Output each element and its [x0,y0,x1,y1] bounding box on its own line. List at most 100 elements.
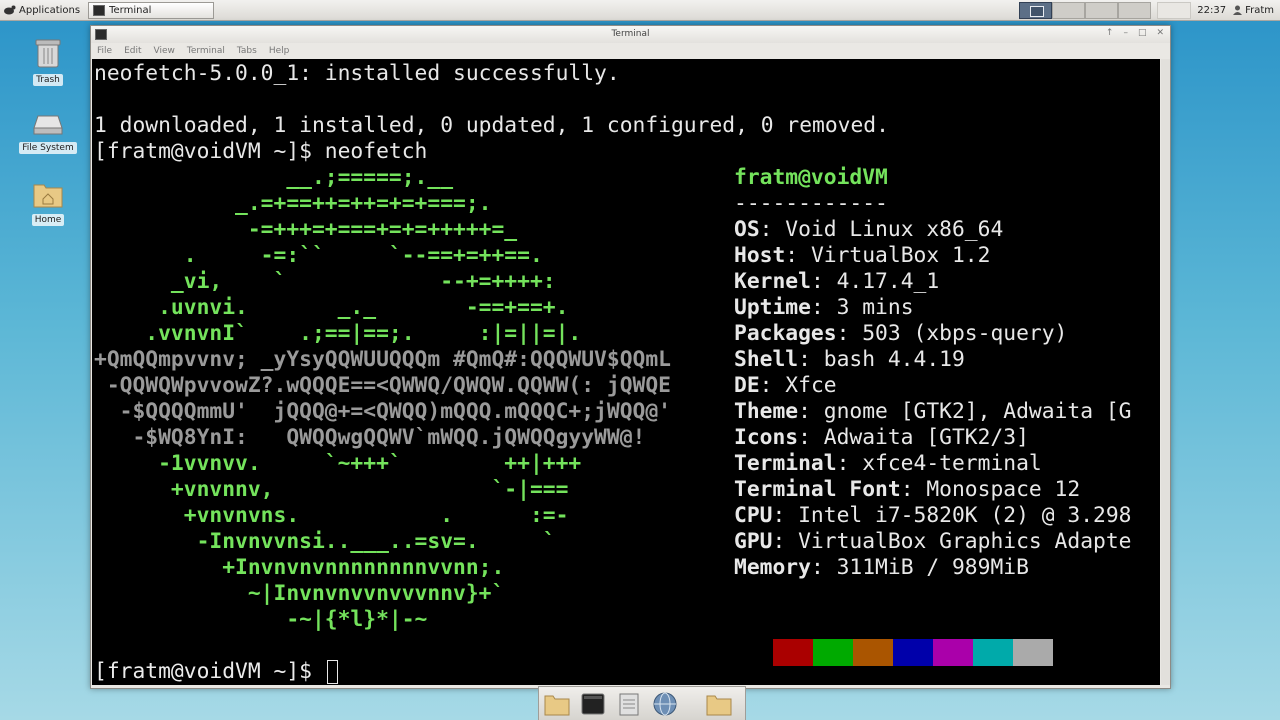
info-field-de: DE: Xfce [734,373,837,399]
ascii-logo-line: .uvnvi. _._ -==+==+. [94,295,569,320]
window-title: Terminal [611,29,650,39]
menu-help[interactable]: Help [269,46,290,56]
maximize-button[interactable]: □ [1138,28,1147,38]
desktop-icon-label: Trash [33,74,63,86]
info-field-memory: Memory: 311MiB / 989MiB [734,555,1029,581]
desktop-icon-label: File System [19,142,77,154]
info-value: : xfce4-terminal [836,451,1042,476]
user-menu[interactable]: Fratm [1233,5,1274,16]
info-key: GPU [734,529,773,554]
close-button[interactable]: ✕ [1156,28,1164,38]
command-prompt[interactable]: [fratm@voidVM ~]$ [94,659,338,685]
ascii-logo-line: ~|Invnvnvvnvvvnnv}+` [94,581,505,606]
ascii-logo-line: -$QQQQmmU' jQQQ@+=<QWQQ)mQQQ.mQQQC+;jWQQ… [94,399,671,424]
info-field-theme: Theme: gnome [GTK2], Adwaita [G [734,399,1131,425]
prompt-text: [fratm@voidVM ~]$ [94,659,325,684]
info-field-icons: Icons: Adwaita [GTK2/3] [734,425,1029,451]
home-folder-icon [544,695,570,715]
desktop-icon-trash[interactable]: Trash [16,38,80,86]
menu-view[interactable]: View [154,46,175,56]
color-swatch [933,639,973,666]
taskbar-item-label: Terminal [109,4,152,16]
ascii-logo-line: +vnvnvns. . :=- [94,503,569,528]
info-field-terminal-font: Terminal Font: Monospace 12 [734,477,1080,503]
info-value: : VirtualBox Graphics Adapte [772,529,1132,554]
workspace-1[interactable] [1019,1,1053,19]
ascii-logo-line: -1vvnvv. `~+++` ++|+++ [94,451,582,476]
info-value: : Intel i7-5820K (2) @ 3.298 [772,503,1132,528]
pin-icon[interactable]: ↑ [1106,28,1114,38]
drive-icon [33,115,63,135]
color-swatch [853,639,893,666]
window-titlebar[interactable]: Terminal ↑ – □ ✕ [91,26,1170,43]
dock-terminal[interactable] [579,690,607,718]
color-swatch [893,639,933,666]
info-value: : Xfce [759,373,837,398]
info-field-shell: Shell: bash 4.4.19 [734,347,965,373]
clock[interactable]: 22:37 [1197,5,1226,16]
info-key: OS [734,217,760,242]
ascii-logo-line: -Invnvvnsi..___..=sv=. ` [94,529,556,554]
info-key: Packages [734,321,837,346]
info-field-host: Host: VirtualBox 1.2 [734,243,990,269]
color-swatch [1013,639,1053,666]
info-key: Kernel [734,269,811,294]
info-key: CPU [734,503,773,528]
dock-show-desktop[interactable] [543,690,571,718]
info-field-packages: Packages: 503 (xbps-query) [734,321,1067,347]
desktop-icon-file-system[interactable]: File System [16,112,80,154]
dock-folder[interactable] [705,690,733,718]
info-value: : 311MiB / 989MiB [810,555,1029,580]
ascii-logo-line: __.;=====;.__ [94,165,454,190]
top-panel: Applications Terminal 22:37 Fratm [0,0,1280,21]
window-menubar: File Edit View Terminal Tabs Help [91,43,1170,59]
ascii-logo-line: _.=+==++=++=+=+===;. [94,191,492,216]
info-field-os: OS: Void Linux x86_64 [734,217,1003,243]
ascii-logo-line: +Invnvnvnnnnnnnnvvnn;. [94,555,505,580]
system-tray[interactable] [1157,1,1192,19]
web-browser-icon [653,692,677,715]
applications-menu-button[interactable]: Applications [0,0,84,20]
terminal-icon [93,4,106,16]
info-value: : 3 mins [810,295,914,320]
info-value: : 503 (xbps-query) [836,321,1068,346]
home-folder-icon [33,184,63,208]
ascii-logo-line: .vvnvnI` .;==|==;. :|=||=|. [94,321,582,346]
color-swatch [773,639,813,666]
workspace-2[interactable] [1052,1,1086,19]
menu-file[interactable]: File [97,46,112,56]
info-key: Theme [734,399,799,424]
info-field-terminal: Terminal: xfce4-terminal [734,451,1042,477]
info-key: Uptime [734,295,811,320]
applications-label: Applications [19,4,81,16]
ascii-logo-line: . -=:`` `--==+=++==. [94,243,543,268]
info-field-gpu: GPU: VirtualBox Graphics Adapte [734,529,1131,555]
info-value: : VirtualBox 1.2 [785,243,991,268]
workspace-4[interactable] [1118,1,1152,19]
terminal-line: [fratm@voidVM ~]$ neofetch [94,139,428,164]
dock-web-browser[interactable] [651,690,679,718]
info-key: Terminal [734,451,837,476]
terminal-scrollbar[interactable] [1161,59,1170,685]
menu-edit[interactable]: Edit [124,46,141,56]
color-swatch [973,639,1013,666]
desktop-icon-home[interactable]: Home [16,180,80,226]
terminal-line: neofetch-5.0.0_1: installed successfully… [94,61,620,86]
terminal-icon [581,693,605,714]
info-user-host: fratm@voidVM [734,165,888,190]
menu-tabs[interactable]: Tabs [237,46,257,56]
dock-file-manager[interactable] [615,690,643,718]
color-swatch [813,639,853,666]
taskbar-item-terminal[interactable]: Terminal [88,1,215,19]
info-field-cpu: CPU: Intel i7-5820K (2) @ 3.298 [734,503,1131,529]
terminal-output[interactable]: neofetch-5.0.0_1: installed successfully… [92,59,1160,685]
info-value: : Void Linux x86_64 [759,217,1004,242]
workspace-3[interactable] [1085,1,1119,19]
menu-terminal[interactable]: Terminal [187,46,225,56]
info-key: Icons [734,425,799,450]
ascii-logo-line: -~|{*l}*|-~ [94,607,428,632]
terminal-line: 1 downloaded, 1 installed, 0 updated, 1 … [94,113,889,138]
text-cursor [326,660,338,684]
minimize-button[interactable]: – [1123,28,1128,38]
terminal-window[interactable]: Terminal ↑ – □ ✕ File Edit View Terminal… [90,25,1171,689]
